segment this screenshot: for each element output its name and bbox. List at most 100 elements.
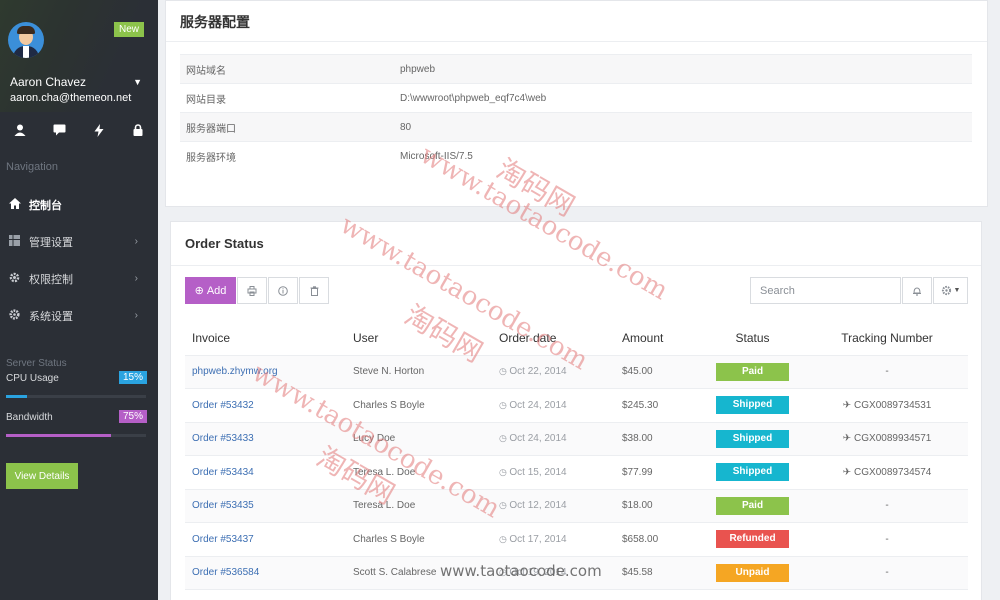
invoice-link[interactable]: Order #53435 [185,489,346,523]
invoice-link[interactable]: Order #53434 [185,455,346,490]
plus-circle-icon: ⊕ [194,285,204,297]
order-amount: $77.99 [615,455,699,490]
server-config-table: 网站域名 phpweb 网站目录 D:\wwwroot\phpweb_eqf7c4\w… [180,54,972,171]
panel-title: Order Status [185,236,264,251]
config-key: 网站目录 [180,83,394,113]
clock-icon: ◷ [499,366,510,377]
column-header-status[interactable]: Status [699,322,806,356]
clock-icon: ◷ [499,466,510,477]
bolt-icon[interactable] [79,124,119,140]
invoice-link[interactable]: Order #53432 [185,388,346,423]
status-badge: Unpaid [716,563,789,582]
tracking-number: - [885,533,889,545]
caret-down-icon[interactable]: ▼ [133,77,142,87]
status-badge: Shipped [716,396,789,415]
bandwidth-label: Bandwidth [6,412,53,423]
status-badge: Paid [716,496,789,515]
search-input[interactable] [750,277,901,304]
order-amount: $245.30 [615,388,699,423]
tracking-cell: ✈ CGX0089734574 [806,455,968,490]
add-button[interactable]: ⊕ Add [185,277,236,304]
delete-button[interactable] [299,277,329,304]
caret-down-icon: ▼ [953,287,961,294]
order-user: Charles S Boyle [346,522,492,557]
order-date-cell: ◷ Oct 12, 2014 [492,489,615,523]
config-row: 网站目录 D:\wwwroot\phpweb_eqf7c4\web [180,83,972,113]
tracking-cell: - [806,355,968,389]
config-row: 服务器环境 Microsoft-IIS/7.5 [180,141,972,171]
trash-icon [310,285,318,296]
chevron-right-icon: › [134,310,138,321]
column-header-user[interactable]: User [346,322,492,356]
settings-dropdown-button[interactable]: ▼ [933,277,968,304]
column-header-order-date[interactable]: Order date [492,322,615,356]
user-icon[interactable] [0,124,40,140]
tracking-cell: - [806,556,968,590]
tracking-cell: ✈ CGX0089734531 [806,388,968,423]
notifications-button[interactable] [902,277,932,304]
order-date: Oct 24, 2014 [509,433,567,445]
order-user: Teresa L. Doe [346,489,492,523]
tracking-number: - [885,500,889,512]
cpu-usage-value: 15% [118,371,147,384]
tracking-number: CGX0089934571 [854,433,932,445]
invoice-link[interactable]: phpweb.zhymw.org [185,355,346,389]
order-amount: $18.00 [615,489,699,523]
view-details-button[interactable]: View Details [6,463,78,489]
nav-title: Navigation [6,161,58,173]
gear-icon [941,285,951,296]
plane-icon: ✈ [842,466,852,478]
table-row: Order #53435 Teresa L. Doe ◷ Oct 12, 2014 $… [185,489,968,523]
nav-item-management[interactable]: 管理设置 › [0,223,158,260]
column-header-amount[interactable]: Amount [615,322,699,356]
server-status-title: Server Status [6,358,67,369]
table-row: Order #53433 Lucy Doe ◷ Oct 24, 2014 $38.00… [185,422,968,456]
order-date: Oct 15, 2014 [509,466,567,478]
bandwidth-fill [6,434,111,437]
order-date: Oct 19, 2014 [509,567,567,579]
order-date-cell: ◷ Oct 17, 2014 [492,522,615,557]
invoice-link[interactable]: Order #536584 [185,556,346,590]
bandwidth-bar [6,434,146,437]
info-button[interactable] [268,277,298,304]
print-button[interactable] [237,277,267,304]
cpu-usage-bar [6,395,146,398]
order-status-cell: Paid [699,355,806,389]
avatar[interactable] [8,22,44,58]
column-header-tracking-number[interactable]: Tracking Number [806,322,968,356]
grid-icon [9,234,29,249]
order-status-panel: Order Status ⊕ Add ▼ Invoice User Order … [170,221,982,600]
invoice-link[interactable]: Order #53437 [185,522,346,557]
order-status-cell: Paid [699,489,806,523]
order-user: Scott S. Calabrese [346,556,492,590]
order-status-cell: Refunded [699,522,806,557]
order-date: Oct 22, 2014 [509,366,567,378]
clock-icon: ◷ [499,433,510,444]
order-date-cell: ◷ Oct 19, 2014 [492,556,615,590]
chevron-right-icon: › [134,236,138,247]
home-icon [9,197,29,212]
order-user: Charles S Boyle [346,388,492,423]
nav-item-permissions[interactable]: 权限控制 › [0,260,158,297]
invoice-link[interactable]: Order #53433 [185,422,346,456]
order-date-cell: ◷ Oct 24, 2014 [492,388,615,423]
order-user: Teresa L. Doe [346,455,492,490]
config-key: 服务器端口 [180,112,394,142]
status-badge: Shipped [716,429,789,448]
nav-item-system-settings[interactable]: 系统设置 › [0,297,158,334]
column-header-invoice[interactable]: Invoice [185,322,346,356]
nav-item-label: 系统设置 [29,310,73,323]
table-row: Order #53434 Teresa L. Doe ◷ Oct 15, 2014 $… [185,455,968,490]
bandwidth-value: 75% [118,410,147,423]
order-date-cell: ◷ Oct 24, 2014 [492,422,615,456]
add-button-label: Add [206,284,227,297]
profile-panel: New Aaron Chavez ▼ aaron.cha@themeon.net [0,0,158,112]
lock-icon[interactable] [119,124,159,140]
nav-item-dashboard[interactable]: 控制台 [0,186,158,223]
clock-icon: ◷ [499,533,510,544]
chat-icon[interactable] [40,124,80,140]
status-badge: Refunded [716,530,789,549]
table-row: Order #53437 Charles S Boyle ◷ Oct 17, 201… [185,522,968,557]
table-header-row: Invoice User Order date Amount Status Tr… [185,322,968,356]
user-name[interactable]: Aaron Chavez [10,75,86,89]
